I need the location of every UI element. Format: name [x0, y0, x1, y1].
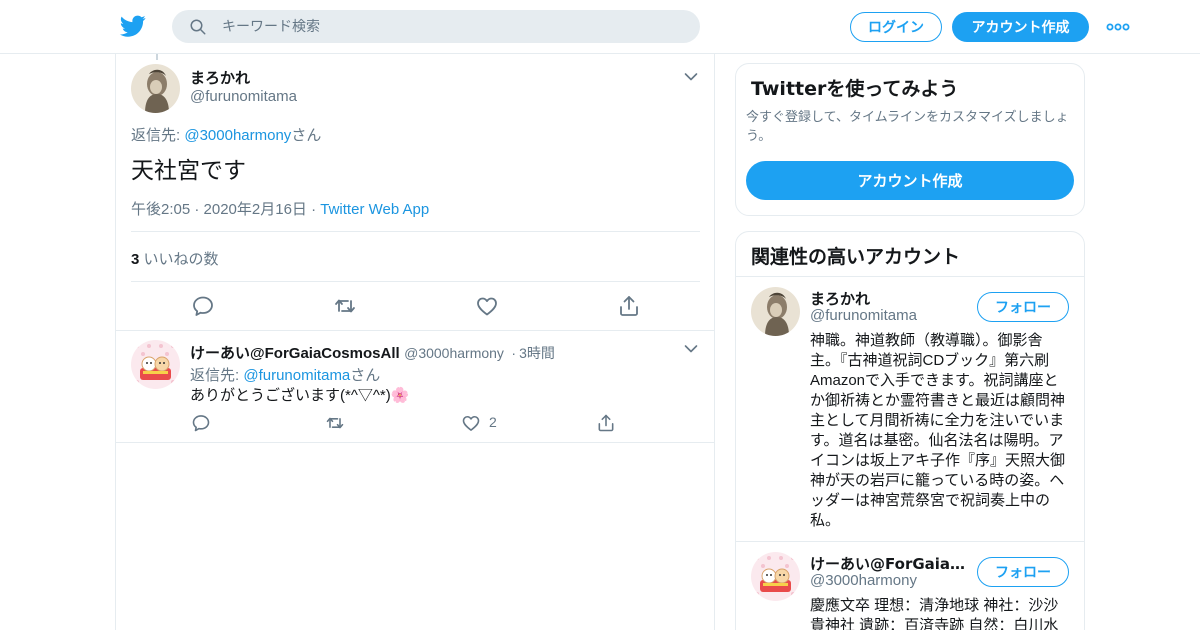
signup-button[interactable]: アカウント作成	[952, 12, 1089, 42]
follow-button[interactable]: フォロー	[977, 557, 1069, 587]
reply-prefix: 返信先:	[190, 367, 244, 384]
divider	[131, 281, 700, 282]
promo-description: 今すぐ登録して、タイムラインをカスタマイズしましょう。	[746, 110, 1069, 144]
reply-suffix: さん	[350, 367, 381, 384]
retweet-icon[interactable]	[325, 413, 345, 433]
retweet-icon[interactable]	[333, 294, 357, 318]
likes-label: いいねの数	[139, 251, 219, 268]
meta-separator: ·	[311, 201, 317, 218]
author-handle[interactable]: @furunomitama	[190, 88, 297, 105]
divider	[736, 541, 1084, 542]
reply-icon[interactable]	[191, 413, 211, 433]
tweet-source-link[interactable]: Twitter Web App	[320, 201, 429, 218]
avatar[interactable]	[751, 552, 800, 601]
related-title: 関連性の高いアカウント	[751, 246, 961, 268]
reply-author-handle[interactable]: @3000harmony	[404, 345, 504, 361]
reply-context: 返信先: @furunomitamaさん	[190, 364, 380, 385]
account-handle[interactable]: @3000harmony	[810, 572, 917, 589]
reply-suffix: さん	[291, 127, 322, 144]
author-name[interactable]: まろかれ	[190, 67, 250, 88]
search-input[interactable]	[222, 10, 682, 43]
thread-connector	[156, 54, 158, 60]
reply-to-link[interactable]: @3000harmony	[184, 127, 291, 144]
avatar[interactable]	[751, 287, 800, 336]
divider	[116, 442, 714, 443]
reply-context: 返信先: @3000harmonyさん	[131, 124, 321, 145]
reply-icon[interactable]	[191, 294, 215, 318]
search-box[interactable]	[172, 10, 700, 43]
reply-text: ありがとうございます(*^▽^*)🌸	[190, 387, 410, 404]
signup-button[interactable]: アカウント作成	[746, 161, 1074, 200]
avatar[interactable]	[131, 340, 180, 389]
reply-to-link[interactable]: @furunomitama	[243, 367, 350, 384]
more-dots-icon[interactable]	[1106, 18, 1130, 36]
reply-time[interactable]: 3時間	[519, 345, 555, 361]
reply-author-name[interactable]: けーあい@ForGaiaCosmosAll	[190, 345, 400, 362]
chevron-down-icon[interactable]	[684, 72, 698, 82]
tweet-text: 天社宮です	[131, 158, 246, 184]
login-button[interactable]: ログイン	[850, 12, 942, 42]
account-handle[interactable]: @furunomitama	[810, 307, 917, 324]
top-navigation-bar: ログイン アカウント作成	[0, 0, 1200, 54]
divider	[736, 276, 1084, 277]
share-icon[interactable]	[617, 294, 641, 318]
like-icon[interactable]	[461, 413, 481, 433]
avatar[interactable]	[131, 64, 180, 113]
account-bio: 神職。神道教師（教導職）。御影舎主。『古神道祝詞CDブック』第六刷Amazonで…	[810, 332, 1066, 529]
dot-separator: ·	[511, 345, 517, 361]
like-icon[interactable]	[475, 294, 499, 318]
follow-button[interactable]: フォロー	[977, 292, 1069, 322]
account-name[interactable]: まろかれ	[810, 288, 970, 309]
signup-promo-card: Twitterを使ってみよう 今すぐ登録して、タイムラインをカスタマイズしましょ…	[735, 63, 1085, 216]
promo-title: Twitterを使ってみよう	[751, 78, 959, 100]
tweet-meta: 午後2:05 · 2020年2月16日 · Twitter Web App	[131, 198, 429, 219]
reply-header: けーあい@ForGaiaCosmosAll @3000harmony · 3時間	[190, 342, 555, 363]
reply-prefix: 返信先:	[131, 127, 185, 144]
search-icon	[190, 19, 206, 35]
divider	[131, 231, 700, 232]
like-count: 2	[489, 414, 497, 430]
related-accounts-card: 関連性の高いアカウント まろかれ @furunomitama フォロー 神職。神…	[735, 231, 1085, 630]
tweet-column: まろかれ @furunomitama 返信先: @3000harmonyさん 天…	[115, 54, 715, 630]
divider	[116, 330, 714, 331]
tweet-timestamp[interactable]: 午後2:05 · 2020年2月16日	[131, 201, 307, 218]
chevron-down-icon[interactable]	[684, 344, 698, 354]
share-icon[interactable]	[596, 413, 616, 433]
likes-stat[interactable]: 3 いいねの数	[131, 248, 219, 269]
account-bio: 慶應文卒 理想：清浄地球 神社：沙沙貴神社 遺跡：百済寺跡 自然：白川水	[810, 597, 1059, 630]
twitter-bird-icon[interactable]	[119, 13, 147, 39]
account-name[interactable]: けーあい@ForGaiaC…	[810, 553, 970, 574]
